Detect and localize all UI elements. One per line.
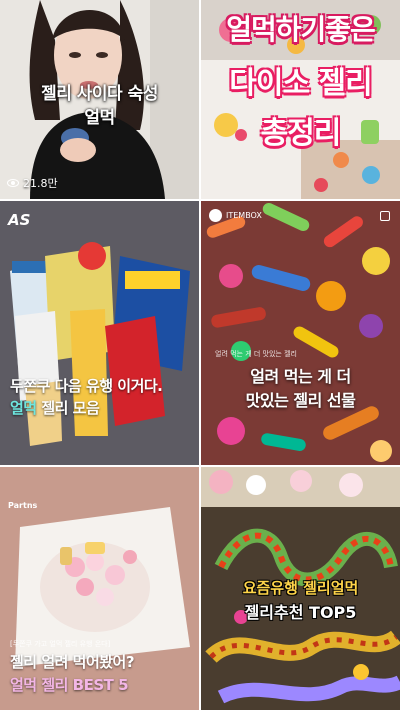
view-count-text: 21.8만 xyxy=(23,177,58,190)
channel-logo: AS xyxy=(8,211,31,229)
caption-line: 얼려 먹는 게 더 xyxy=(250,367,351,386)
caption-line: 요즘유행 젤리얼먹 xyxy=(242,579,359,597)
video-thumbnail-2[interactable]: 얼먹하기좋은 다이소 젤리 총정리 xyxy=(201,0,400,199)
caption-line: 젤리 사이다 숙성 xyxy=(41,84,158,104)
channel-avatar xyxy=(209,209,222,222)
share-icon[interactable] xyxy=(380,211,390,221)
video-caption: 젤리 사이다 숙성 얼먹 xyxy=(0,82,199,130)
channel-name: ITEMBOX xyxy=(226,211,262,220)
title-line: 다이소 젤리 xyxy=(229,66,372,101)
caption-line: 얼먹 젤리 BEST 5 xyxy=(10,676,129,694)
caption-line: 두쫀쿠 다음 유행 이거다. xyxy=(10,377,163,395)
video-thumbnail-5[interactable]: Partns [두쫀쿠 가고 얼먹 젤리 유행 온다] 젤리 얼려 먹어봤어? … xyxy=(0,467,199,710)
title-line: 총정리 xyxy=(260,116,342,151)
video-grid: 젤리 사이다 숙성 얼먹 21.8만 얼먹하기좋은 다이소 젤리 총정리 AS … xyxy=(0,0,400,710)
view-count: 21.8만 xyxy=(7,175,58,191)
caption-text: 젤리 모음 xyxy=(36,399,100,417)
channel-badge: ITEMBOX xyxy=(209,209,262,222)
subcaption: 얼려 먹는 게 더 맛있는 젤리 xyxy=(215,350,297,358)
caption-highlight: 얼먹 xyxy=(10,399,37,417)
channel-logo: Partns xyxy=(8,501,38,510)
caption-line: 젤리추천 TOP5 xyxy=(244,603,357,622)
eye-icon xyxy=(7,179,19,187)
video-thumbnail-6[interactable]: 요즘유행 젤리얼먹 젤리추천 TOP5 xyxy=(201,467,400,710)
thumbnail-image xyxy=(0,201,199,465)
video-thumbnail-3[interactable]: AS 두쫀쿠 다음 유행 이거다. 얼먹 젤리 모음 xyxy=(0,201,199,465)
subcaption: [두쫀쿠 가고 얼먹 젤리 유행 온다] xyxy=(10,640,111,648)
caption-line: 얼먹 xyxy=(84,108,115,128)
caption-line: 맛있는 젤리 선물 xyxy=(245,391,356,410)
video-thumbnail-1[interactable]: 젤리 사이다 숙성 얼먹 21.8만 xyxy=(0,0,199,199)
title-line: 얼먹하기좋은 xyxy=(226,13,376,46)
caption-line: 젤리 얼려 먹어봤어? xyxy=(10,653,135,671)
thumbnail-image xyxy=(201,201,400,465)
video-thumbnail-4[interactable]: ITEMBOX 얼려 먹는 게 더 맛있는 젤리 얼려 먹는 게 더 맛있는 젤… xyxy=(201,201,400,465)
caption-line: 얼먹 젤리 모음 xyxy=(10,397,100,419)
